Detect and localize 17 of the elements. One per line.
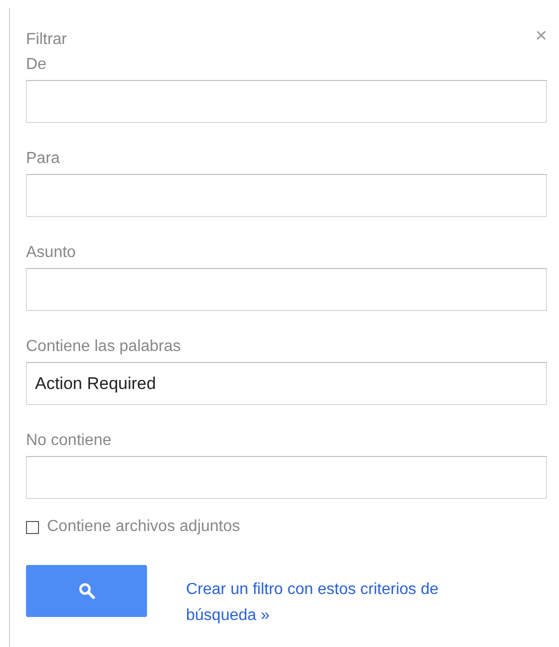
field-label: Contiene las palabras (26, 337, 182, 357)
dialog-title: Filtrar (26, 30, 67, 50)
search-button[interactable] (26, 565, 147, 617)
close-button[interactable]: × (535, 26, 547, 46)
create-filter-link[interactable]: Crear un filtro con estos criterios de búsqueda » (186, 577, 506, 629)
checkbox-label: Contiene archivos adjuntos (47, 517, 240, 537)
field-label: De (26, 55, 48, 75)
input-field[interactable] (26, 456, 547, 499)
checkbox[interactable] (26, 520, 39, 534)
field-label: Asunto (26, 243, 77, 263)
input-field[interactable]: Action Required (26, 362, 547, 405)
input-field[interactable] (26, 268, 547, 311)
search-icon (78, 582, 96, 600)
input-field[interactable] (26, 174, 547, 217)
field-label: Para (26, 149, 61, 169)
input-field[interactable] (26, 80, 547, 123)
field-label: No contiene (26, 431, 112, 451)
